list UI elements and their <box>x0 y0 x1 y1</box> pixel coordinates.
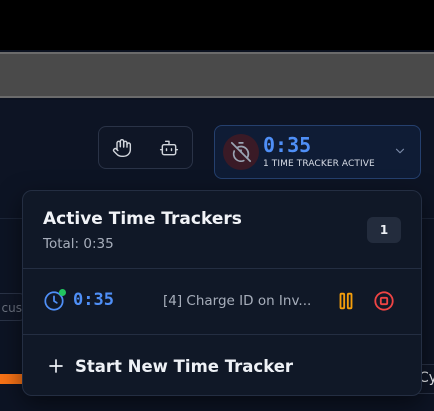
dropdown-header: Active Time Trackers Total: 0:35 1 <box>23 191 421 269</box>
time-tracker-button[interactable]: 0:35 1 TIME TRACKER ACTIVE <box>214 125 421 179</box>
browser-bar <box>0 52 434 98</box>
active-status-dot <box>59 289 66 296</box>
background-input[interactable]: cus <box>0 293 24 321</box>
tracker-row[interactable]: 0:35 [4] Charge ID on Inv... <box>23 269 421 335</box>
background-input-text: cus <box>1 301 22 315</box>
timer-off-icon <box>230 141 252 163</box>
hand-button[interactable] <box>107 133 137 163</box>
plus-icon <box>49 359 63 373</box>
active-trackers-dropdown: Active Time Trackers Total: 0:35 1 0:35 … <box>22 190 422 396</box>
dropdown-total: Total: 0:35 <box>43 236 114 252</box>
chevron-down-icon <box>395 148 405 154</box>
timer-off-badge <box>223 134 259 170</box>
bot-button[interactable] <box>154 133 184 163</box>
start-new-tracker-button[interactable]: Start New Time Tracker <box>23 335 421 395</box>
dropdown-title: Active Time Trackers <box>43 209 242 229</box>
pause-icon[interactable] <box>335 290 357 312</box>
bot-icon <box>159 140 178 155</box>
toolbar-icon-group <box>98 126 193 169</box>
tracker-time: 0:35 <box>263 133 312 157</box>
tracker-task-name[interactable]: [4] Charge ID on Inv... <box>163 293 313 309</box>
stop-icon[interactable] <box>373 290 395 312</box>
tracker-row-time: 0:35 <box>73 290 114 310</box>
tracker-count-badge: 1 <box>367 217 401 243</box>
tracker-status-text: 1 TIME TRACKER ACTIVE <box>263 159 375 169</box>
start-new-tracker-label: Start New Time Tracker <box>75 357 294 376</box>
background-progress-strip <box>0 374 24 384</box>
top-bar <box>0 0 434 50</box>
hand-icon <box>113 138 132 157</box>
